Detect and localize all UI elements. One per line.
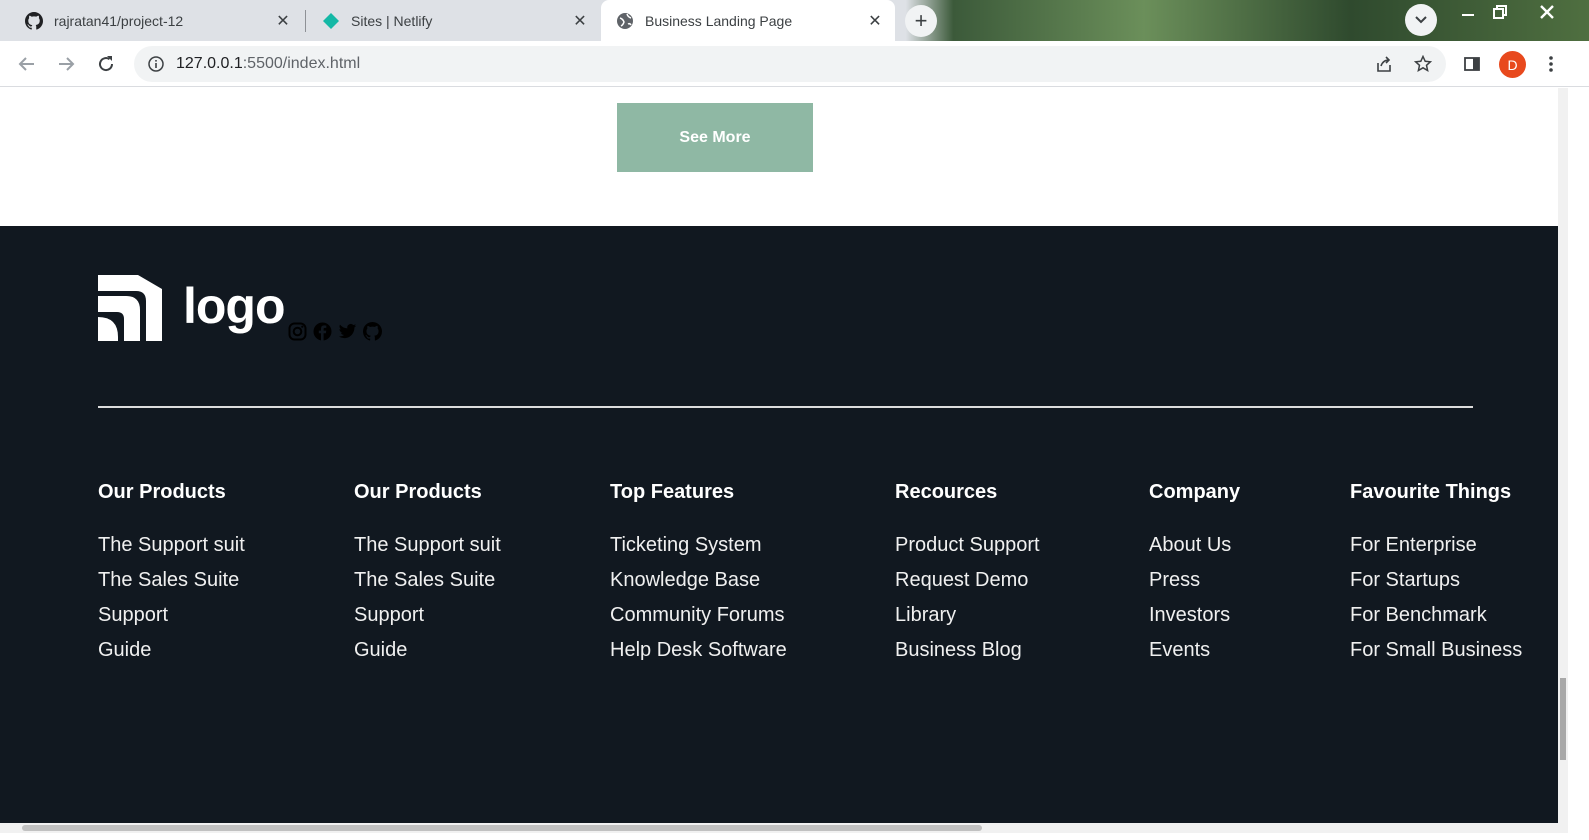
- tab-separator: [305, 10, 306, 32]
- footer-column-top-features: Top Features Ticketing System Knowledge …: [610, 481, 787, 673]
- arrow-left-icon: [18, 57, 34, 71]
- forward-button[interactable]: [52, 50, 80, 78]
- footer-column-our-products: Our Products The Support suit The Sales …: [98, 481, 245, 673]
- tab-github[interactable]: rajratan41/project-12 ✕: [10, 0, 303, 41]
- info-icon[interactable]: [146, 54, 166, 74]
- browser-toolbar: 127.0.0.1:5500/index.html D: [0, 41, 1589, 87]
- tab-title: Business Landing Page: [645, 12, 793, 29]
- see-more-button[interactable]: See More: [617, 103, 813, 172]
- address-bar[interactable]: 127.0.0.1:5500/index.html: [134, 46, 1446, 82]
- close-icon[interactable]: ✕: [865, 11, 885, 31]
- github-icon[interactable]: [363, 322, 382, 341]
- column-heading: Recources: [895, 481, 998, 503]
- url-host: 127.0.0.1: [176, 55, 243, 72]
- new-tab-button[interactable]: +: [905, 5, 937, 37]
- footer-link[interactable]: Support: [354, 603, 501, 638]
- footer-link[interactable]: Business Blog: [895, 638, 1040, 673]
- tab-netlify[interactable]: Sites | Netlify ✕: [307, 0, 600, 41]
- site-logo[interactable]: logo: [98, 275, 288, 341]
- footer-divider: [98, 406, 1473, 408]
- share-icon: [1377, 56, 1391, 72]
- github-icon: [24, 11, 44, 31]
- footer-link[interactable]: Community Forums: [610, 603, 787, 638]
- tab-title: rajratan41/project-12: [54, 12, 184, 29]
- column-heading: Top Features: [610, 481, 735, 503]
- footer-link[interactable]: For Enterprise: [1350, 533, 1522, 568]
- tab-search-button[interactable]: [1405, 4, 1437, 36]
- vertical-scroll-thumb[interactable]: [1560, 678, 1566, 760]
- footer-column-our-products-2: Our Products The Support suit The Sales …: [354, 481, 501, 673]
- footer-link[interactable]: Library: [895, 603, 1040, 638]
- globe-icon: [615, 11, 635, 31]
- bookmark-button[interactable]: [1409, 50, 1437, 78]
- profile-avatar[interactable]: D: [1499, 51, 1526, 78]
- side-panel-icon: [1464, 57, 1480, 71]
- twitter-icon[interactable]: [338, 322, 357, 341]
- footer-link[interactable]: Press: [1149, 568, 1240, 603]
- url-text: 127.0.0.1:5500/index.html: [176, 55, 360, 73]
- logo-text: logo: [183, 278, 286, 334]
- tab-business-landing[interactable]: Business Landing Page ✕: [601, 0, 895, 41]
- footer-link[interactable]: The Sales Suite: [354, 568, 501, 603]
- netlify-icon: [321, 11, 341, 31]
- facebook-icon[interactable]: [313, 322, 332, 341]
- url-path: :5500/index.html: [242, 55, 361, 72]
- footer-link[interactable]: For Startups: [1350, 568, 1522, 603]
- footer-link[interactable]: For Small Business: [1350, 638, 1522, 673]
- close-icon[interactable]: ✕: [273, 11, 293, 31]
- close-window-button[interactable]: [1530, 0, 1564, 24]
- horizontal-scroll-thumb[interactable]: [22, 825, 982, 831]
- footer-link[interactable]: For Benchmark: [1350, 603, 1522, 638]
- minimize-button[interactable]: [1451, 0, 1485, 24]
- column-heading: Favourite Things: [1350, 481, 1512, 503]
- footer-link[interactable]: Investors: [1149, 603, 1240, 638]
- footer-column-resources: Recources Product Support Request Demo L…: [895, 481, 1040, 673]
- column-heading: Our Products: [354, 481, 482, 503]
- share-button[interactable]: [1370, 50, 1398, 78]
- site-footer: logo Our Products The Support suit The S…: [0, 226, 1558, 823]
- close-icon[interactable]: ✕: [570, 11, 590, 31]
- chevron-down-icon: [1415, 16, 1427, 24]
- column-heading: Company: [1149, 481, 1241, 503]
- restore-button[interactable]: [1483, 0, 1517, 24]
- footer-link[interactable]: The Sales Suite: [98, 568, 245, 603]
- footer-link[interactable]: Ticketing System: [610, 533, 787, 568]
- side-panel-button[interactable]: [1458, 50, 1486, 78]
- social-links: [288, 322, 382, 341]
- logo-mark-icon: [98, 275, 162, 341]
- footer-link[interactable]: Help Desk Software: [610, 638, 787, 673]
- arrow-right-icon: [59, 57, 75, 71]
- more-vert-icon: [1549, 56, 1553, 72]
- page-viewport: See More logo Our Products The Support s…: [0, 88, 1558, 823]
- vertical-scrollbar[interactable]: [1558, 88, 1568, 823]
- tab-strip: rajratan41/project-12 ✕ Sites | Netlify …: [0, 0, 1589, 41]
- footer-link[interactable]: The Support suit: [98, 533, 245, 568]
- footer-column-company: Company About Us Press Investors Events: [1149, 481, 1240, 673]
- footer-link[interactable]: Knowledge Base: [610, 568, 787, 603]
- back-button[interactable]: [13, 50, 41, 78]
- footer-link[interactable]: Support: [98, 603, 245, 638]
- menu-button[interactable]: [1537, 50, 1565, 78]
- column-heading: Our Products: [98, 481, 226, 503]
- footer-link[interactable]: Request Demo: [895, 568, 1040, 603]
- instagram-icon[interactable]: [288, 322, 307, 341]
- footer-link[interactable]: The Support suit: [354, 533, 501, 568]
- footer-link[interactable]: About Us: [1149, 533, 1240, 568]
- footer-link[interactable]: Guide: [354, 638, 501, 673]
- tab-title: Sites | Netlify: [351, 12, 433, 29]
- reload-button[interactable]: [92, 50, 120, 78]
- reload-icon: [99, 56, 114, 72]
- footer-link[interactable]: Product Support: [895, 533, 1040, 568]
- footer-link[interactable]: Events: [1149, 638, 1240, 673]
- footer-column-favourite-things: Favourite Things For Enterprise For Star…: [1350, 481, 1522, 673]
- horizontal-scrollbar[interactable]: [0, 823, 1568, 833]
- star-icon: [1414, 55, 1432, 73]
- footer-link[interactable]: Guide: [98, 638, 245, 673]
